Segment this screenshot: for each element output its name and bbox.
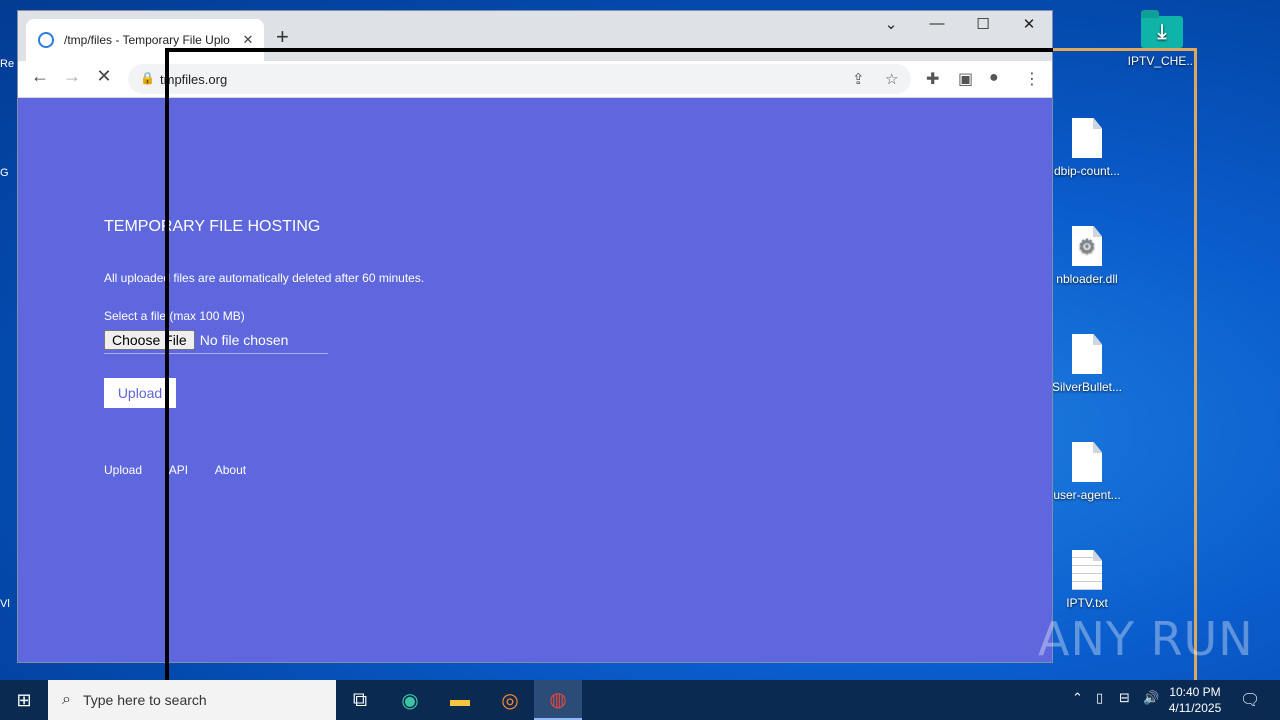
tray-chevron-icon[interactable]: ⌃ xyxy=(1072,690,1083,706)
folder-download-icon: ⤓ xyxy=(1141,10,1183,48)
maximize-icon[interactable]: ☐ xyxy=(960,15,1006,33)
taskbar-search[interactable]: ⌕ Type here to search xyxy=(48,680,336,720)
firefox-icon[interactable]: ◎ xyxy=(486,680,534,720)
tab-search-icon[interactable]: ⌄ xyxy=(868,15,914,33)
footer-link-upload[interactable]: Upload xyxy=(104,463,142,477)
taskbar: ⊞ ⌕ Type here to search ⧉ ◉ ▬ ◎ ◍ ⌃ ▯ ⊟ … xyxy=(0,680,1280,720)
volume-icon[interactable]: 🔊 xyxy=(1143,690,1159,706)
tab-title: /tmp/files - Temporary File Uplo xyxy=(64,33,230,47)
file-explorer-icon[interactable]: ▬ xyxy=(436,680,484,720)
search-placeholder: Type here to search xyxy=(82,692,207,708)
left-edge-label-2: G xyxy=(0,167,9,179)
minimize-icon[interactable]: — xyxy=(914,15,960,32)
search-icon: ⌕ xyxy=(62,691,71,708)
windows-start-icon[interactable]: ⊞ xyxy=(0,680,48,720)
tray-app-icon[interactable]: ▯ xyxy=(1096,690,1103,706)
network-icon[interactable]: ⊟ xyxy=(1119,690,1130,706)
left-edge-label-1: Re xyxy=(0,58,15,70)
stop-loading-icon[interactable]: ✕ xyxy=(91,66,117,87)
back-icon[interactable]: ← xyxy=(27,66,53,87)
tmpfiles-favicon-icon xyxy=(38,32,54,48)
forward-icon[interactable]: → xyxy=(59,66,85,87)
lock-icon: 🔒 xyxy=(140,71,155,85)
clock[interactable]: 10:40 PM 4/11/2025 xyxy=(1160,684,1230,716)
close-window-icon[interactable]: ✕ xyxy=(1006,15,1052,33)
clock-time: 10:40 PM xyxy=(1169,685,1221,699)
task-view-icon[interactable]: ⧉ xyxy=(336,680,384,720)
clock-date: 4/11/2025 xyxy=(1168,701,1222,715)
notifications-icon[interactable]: 🗨 xyxy=(1240,690,1260,710)
edge-icon[interactable]: ◉ xyxy=(386,680,434,720)
highlight-frame-black xyxy=(165,48,1053,700)
chrome-icon[interactable]: ◍ xyxy=(534,680,582,720)
new-tab-icon[interactable]: + xyxy=(276,24,289,50)
close-tab-icon[interactable]: ✕ xyxy=(238,32,258,48)
left-edge-label-3: Vl xyxy=(0,598,10,610)
anyrun-watermark: ANY RUN xyxy=(1038,612,1254,666)
